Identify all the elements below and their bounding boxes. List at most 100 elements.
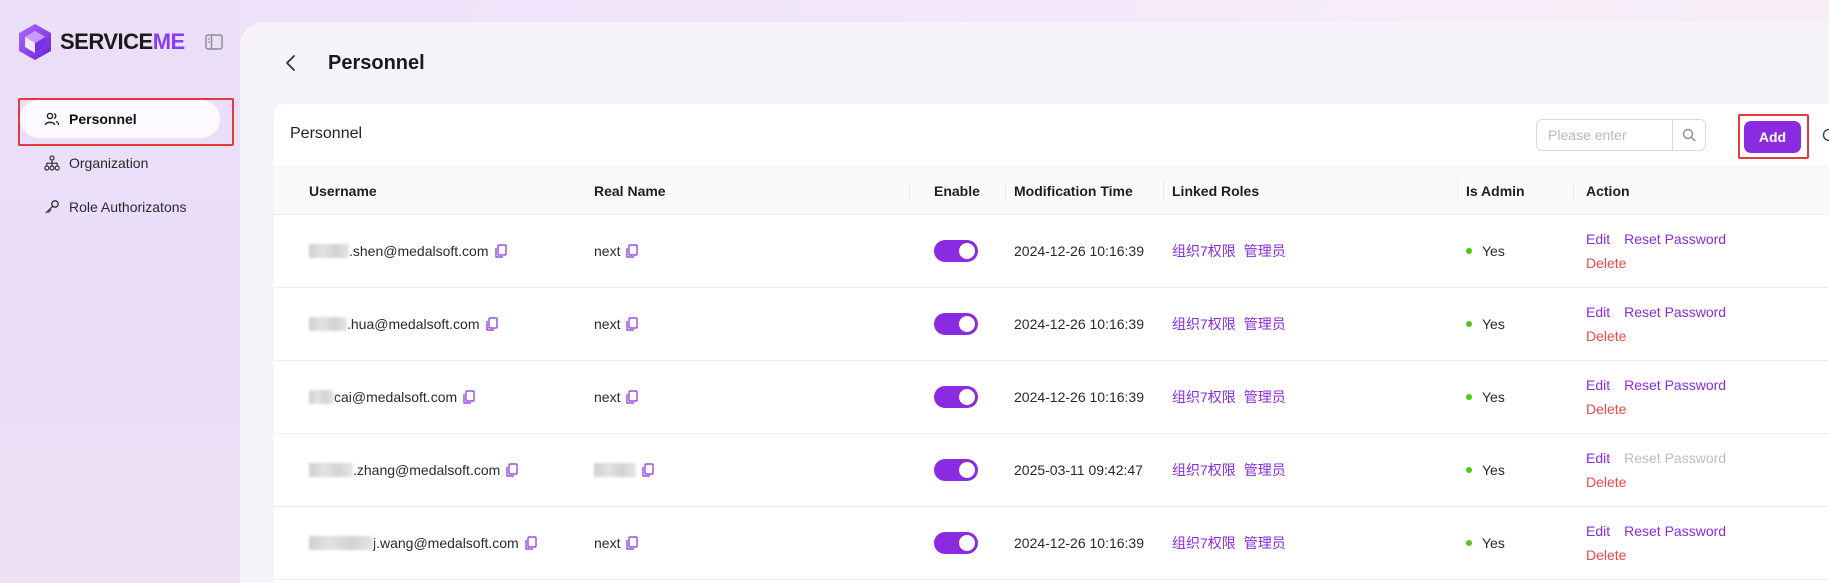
- reset-password-link[interactable]: Reset Password: [1624, 523, 1726, 539]
- redacted-text: [309, 390, 334, 404]
- redacted-text: [594, 463, 636, 477]
- action-cell: Edit Reset Password Delete: [1574, 215, 1829, 288]
- enable-toggle[interactable]: [934, 386, 978, 408]
- sidebar-toggle-icon: [205, 34, 223, 50]
- copy-icon[interactable]: [642, 463, 654, 477]
- copy-icon[interactable]: [626, 536, 639, 550]
- table-row: .hua@medalsoft.com next 2024-12-26 10:16…: [274, 288, 1829, 361]
- copy-icon[interactable]: [626, 317, 639, 331]
- search-input[interactable]: [1537, 120, 1672, 150]
- reset-password-link[interactable]: Reset Password: [1624, 304, 1726, 320]
- sidebar-item-label: Organization: [69, 155, 149, 171]
- search-button[interactable]: [1672, 120, 1705, 150]
- is-admin-cell: Yes: [1458, 215, 1574, 288]
- role-link[interactable]: 组织7权限: [1172, 389, 1236, 405]
- edit-link[interactable]: Edit: [1586, 304, 1610, 320]
- table-row: .shen@medalsoft.com next 2024-12-26 10:1…: [274, 215, 1829, 288]
- column-header-enable[interactable]: Enable: [910, 166, 1006, 215]
- servicеme-logo-icon: [19, 24, 51, 60]
- column-header-real-name[interactable]: Real Name: [586, 166, 910, 215]
- role-link[interactable]: 管理员: [1244, 389, 1286, 405]
- column-header-modification-time[interactable]: Modification Time: [1006, 166, 1164, 215]
- copy-icon[interactable]: [485, 317, 498, 331]
- sidebar-item-organization[interactable]: Organization: [0, 144, 240, 182]
- edit-link[interactable]: Edit: [1586, 523, 1610, 539]
- enable-toggle[interactable]: [934, 313, 978, 335]
- add-button[interactable]: Add: [1744, 121, 1801, 153]
- enable-toggle[interactable]: [934, 459, 978, 481]
- copy-icon[interactable]: [506, 463, 518, 477]
- copy-icon[interactable]: [525, 536, 537, 550]
- sidebar: SERVICEME Personnel Organization Role Au…: [0, 0, 240, 583]
- edit-link[interactable]: Edit: [1586, 231, 1610, 247]
- delete-link[interactable]: Delete: [1586, 470, 1829, 494]
- role-link[interactable]: 组织7权限: [1172, 243, 1236, 259]
- role-link[interactable]: 组织7权限: [1172, 316, 1236, 332]
- delete-link[interactable]: Delete: [1586, 397, 1829, 421]
- modification-time-cell: 2024-12-26 10:16:39: [1014, 316, 1144, 332]
- page-header: Personnel: [280, 48, 425, 78]
- table-header-row: Username Real Name Enable Modification T…: [274, 166, 1829, 215]
- modification-time-cell: 2024-12-26 10:16:39: [1014, 243, 1144, 259]
- back-arrow-icon[interactable]: [280, 52, 302, 74]
- role-link[interactable]: 管理员: [1244, 535, 1286, 551]
- role-link[interactable]: 管理员: [1244, 316, 1286, 332]
- real-name-cell: next: [586, 288, 910, 361]
- enable-cell: [910, 434, 1006, 507]
- column-header-linked-roles[interactable]: Linked Roles: [1164, 166, 1458, 215]
- status-dot: [1466, 394, 1472, 400]
- copy-icon[interactable]: [626, 244, 639, 258]
- is-admin-cell: Yes: [1458, 288, 1574, 361]
- enable-cell: [910, 288, 1006, 361]
- redacted-text: [309, 536, 373, 550]
- linked-roles-cell: 组织7权限 管理员: [1164, 215, 1458, 288]
- card-toolbar: Personnel Add: [274, 104, 1829, 166]
- edit-link[interactable]: Edit: [1586, 377, 1610, 393]
- copy-icon[interactable]: [494, 244, 507, 258]
- enable-toggle[interactable]: [934, 240, 978, 262]
- real-name-cell: next: [586, 361, 910, 434]
- refresh-icon[interactable]: [1820, 126, 1829, 144]
- enable-toggle[interactable]: [934, 532, 978, 554]
- is-admin-cell: Yes: [1458, 507, 1574, 580]
- linked-roles-cell: 组织7权限 管理员: [1164, 361, 1458, 434]
- edit-link[interactable]: Edit: [1586, 450, 1610, 466]
- copy-icon[interactable]: [463, 390, 475, 404]
- modification-time-cell: 2025-03-11 09:42:47: [1014, 462, 1143, 478]
- logo-text: SERVICEME: [60, 29, 185, 54]
- delete-link[interactable]: Delete: [1586, 543, 1829, 567]
- add-button-highlight: Add: [1738, 114, 1809, 159]
- enable-cell: [910, 361, 1006, 434]
- role-link[interactable]: 组织7权限: [1172, 535, 1236, 551]
- delete-link[interactable]: Delete: [1586, 324, 1829, 348]
- logo[interactable]: SERVICEME: [16, 22, 185, 62]
- search-box: [1536, 119, 1706, 151]
- card-title: Personnel: [290, 125, 363, 142]
- real-name-cell: next: [586, 507, 910, 580]
- sidebar-item-role-authorizations[interactable]: Role Authorizatons: [0, 188, 240, 226]
- reset-password-link[interactable]: Reset Password: [1624, 231, 1726, 247]
- is-admin-cell: Yes: [1458, 434, 1574, 507]
- username-cell: .hua@medalsoft.com: [274, 288, 586, 361]
- sidebar-collapse-button[interactable]: [204, 33, 224, 51]
- column-header-username[interactable]: Username: [274, 166, 586, 215]
- role-link[interactable]: 组织7权限: [1172, 462, 1236, 478]
- delete-link[interactable]: Delete: [1586, 251, 1829, 275]
- username-cell: .zhang@medalsoft.com: [274, 434, 586, 507]
- redacted-text: [309, 244, 349, 258]
- status-dot: [1466, 321, 1472, 327]
- personnel-card: Personnel Add: [274, 104, 1829, 583]
- org-tree-icon: [44, 155, 60, 171]
- sidebar-item-personnel[interactable]: Personnel: [18, 98, 234, 146]
- action-cell: Edit Reset Password Delete: [1574, 361, 1829, 434]
- column-header-is-admin[interactable]: Is Admin: [1458, 166, 1574, 215]
- action-cell: Edit Reset Password Delete: [1574, 434, 1829, 507]
- copy-icon[interactable]: [626, 390, 639, 404]
- modification-time-cell: 2024-12-26 10:16:39: [1014, 389, 1144, 405]
- role-link[interactable]: 管理员: [1244, 462, 1286, 478]
- status-dot: [1466, 248, 1472, 254]
- search-icon: [1682, 128, 1696, 142]
- role-link[interactable]: 管理员: [1244, 243, 1286, 259]
- reset-password-link[interactable]: Reset Password: [1624, 377, 1726, 393]
- is-admin-cell: Yes: [1458, 361, 1574, 434]
